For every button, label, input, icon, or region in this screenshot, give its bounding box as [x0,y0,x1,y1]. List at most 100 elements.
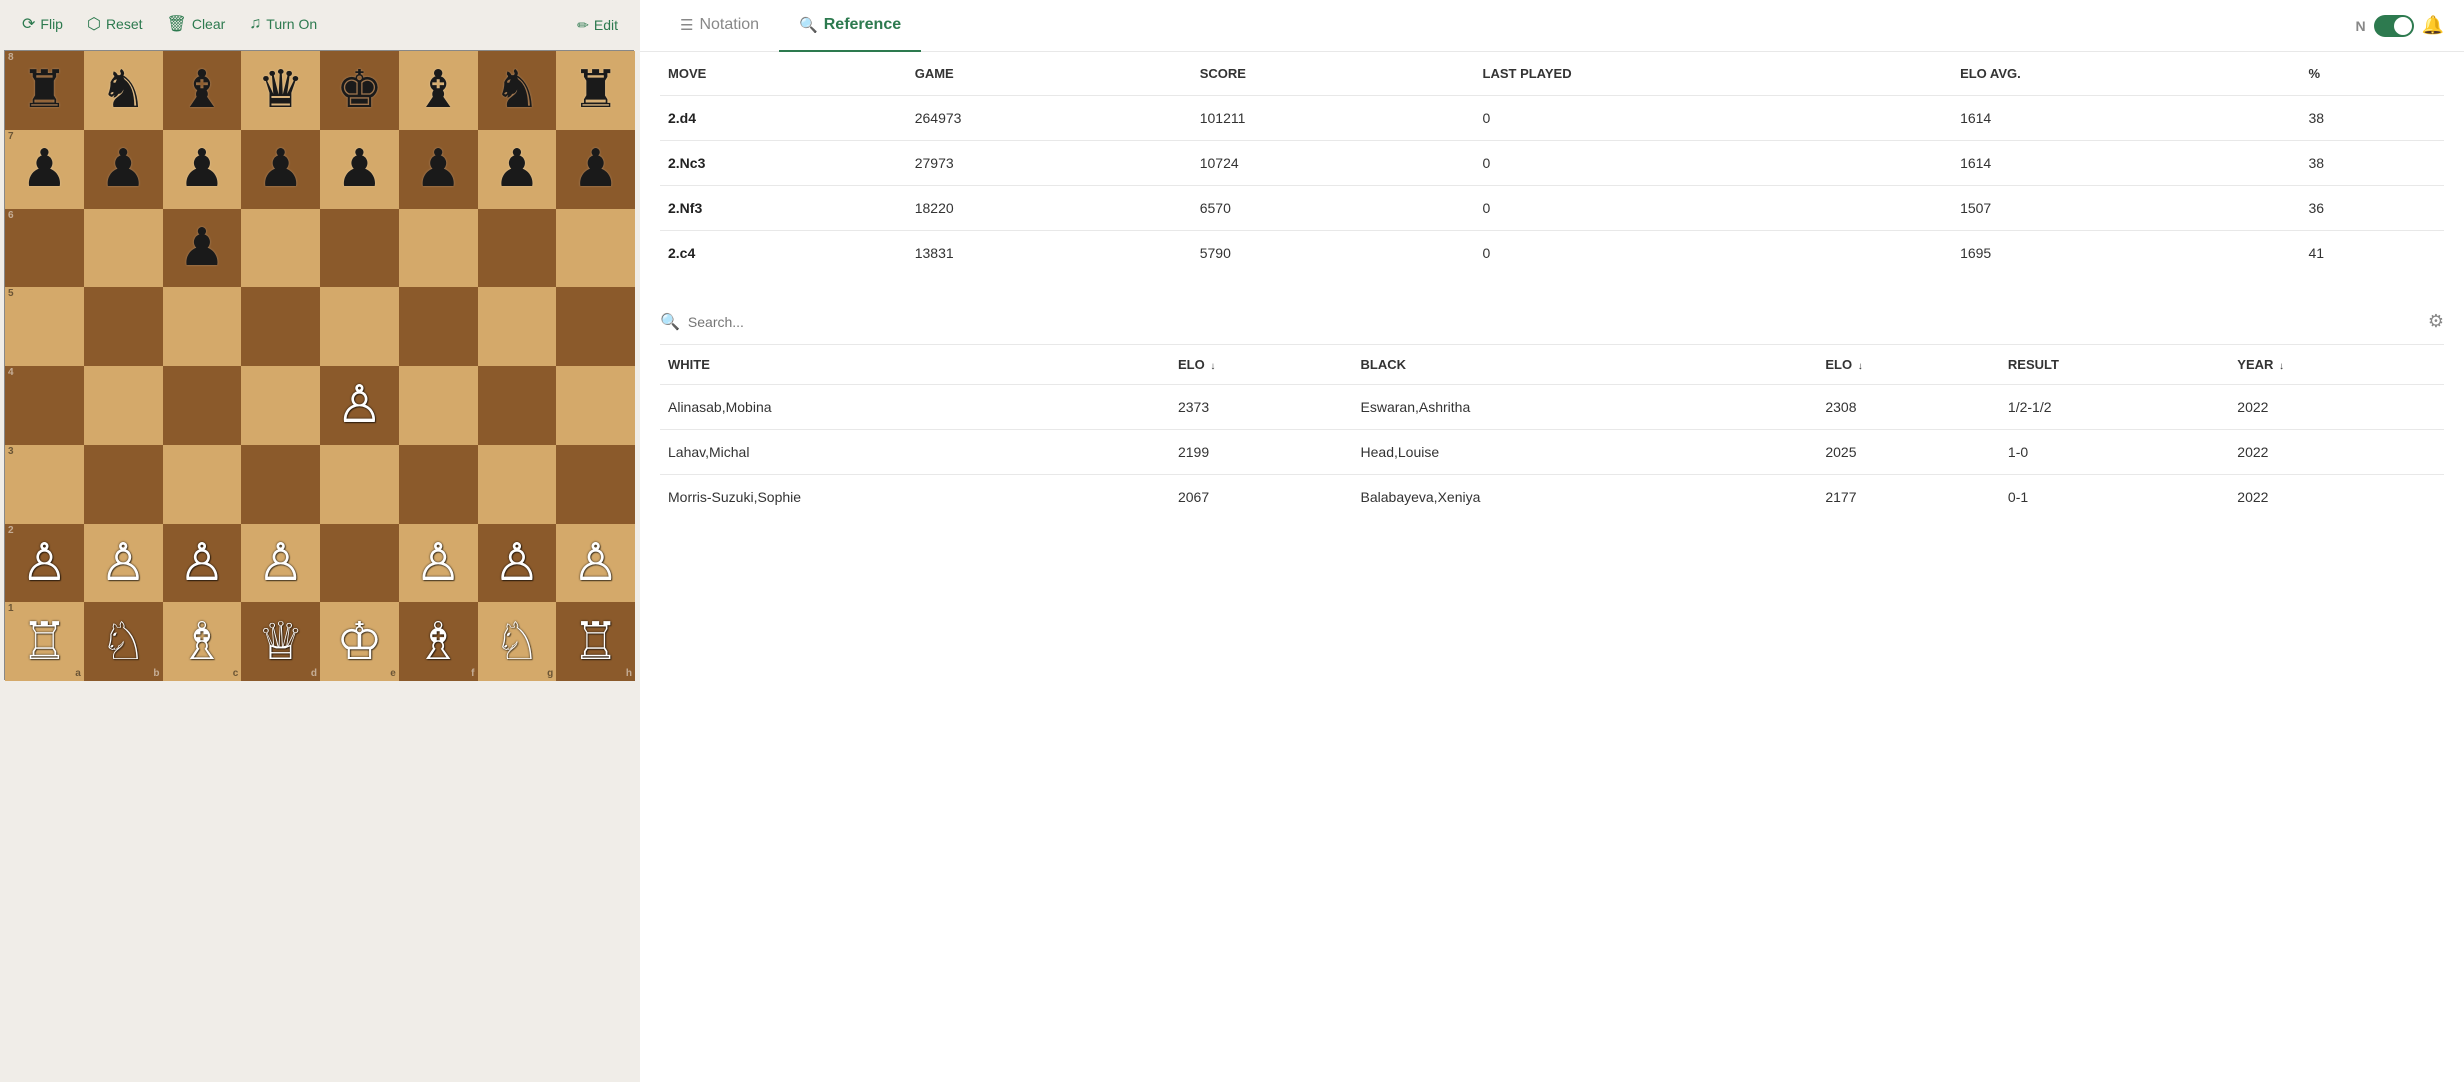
board-cell-d8[interactable]: ♛ [241,51,320,130]
board-cell-b6[interactable] [84,209,163,288]
board-cell-h5[interactable] [556,287,635,366]
board-cell-g3[interactable] [478,445,557,524]
board-cell-d7[interactable]: ♟ [241,130,320,209]
board-cell-c5[interactable] [163,287,242,366]
col-elo-black[interactable]: ELO ↓ [1817,345,2000,385]
board-cell-h1[interactable]: h♖ [556,602,635,681]
moves-row[interactable]: 2.Nf3 18220 6570 0 1507 36 [660,186,2444,231]
board-cell-g5[interactable] [478,287,557,366]
board-cell-e2[interactable] [320,524,399,603]
moves-row[interactable]: 2.c4 13831 5790 0 1695 41 [660,231,2444,276]
board-cell-f1[interactable]: f♗ [399,602,478,681]
board-cell-c8[interactable]: ♝ [163,51,242,130]
board-cell-c4[interactable] [163,366,242,445]
board-cell-h6[interactable] [556,209,635,288]
moves-row[interactable]: 2.d4 264973 101211 0 1614 38 [660,96,2444,141]
chess-piece: ♞ [494,64,541,116]
board-cell-e7[interactable]: ♟ [320,130,399,209]
board-cell-e4[interactable]: ♙ [320,366,399,445]
board-cell-e1[interactable]: e♔ [320,602,399,681]
turnon-button[interactable]: ♫ Turn On [239,9,327,41]
board-cell-g7[interactable]: ♟ [478,130,557,209]
board-cell-d2[interactable]: ♙ [241,524,320,603]
chess-board[interactable]: 8♜♞♝♛♚♝♞♜7♟♟♟♟♟♟♟♟6♟54♙32♙♙♙♙♙♙♙1a♖b♘c♗d… [4,50,634,680]
board-cell-f7[interactable]: ♟ [399,130,478,209]
board-cell-b8[interactable]: ♞ [84,51,163,130]
board-cell-a7[interactable]: 7♟ [5,130,84,209]
board-cell-h3[interactable] [556,445,635,524]
board-cell-c6[interactable]: ♟ [163,209,242,288]
board-cell-f2[interactable]: ♙ [399,524,478,603]
reference-tab-label: Reference [824,16,901,34]
board-cell-f3[interactable] [399,445,478,524]
toolbar: ⟳ Flip ⬡ Reset 🗑 Clear ♫ Turn On ✏ Edit [0,0,640,50]
bell-icon[interactable]: 🔔 [2422,15,2444,36]
board-cell-b3[interactable] [84,445,163,524]
move-percent: 36 [2300,186,2444,231]
board-cell-e5[interactable] [320,287,399,366]
col-elo-white[interactable]: ELO ↓ [1170,345,1353,385]
board-cell-c7[interactable]: ♟ [163,130,242,209]
toggle-switch[interactable] [2374,15,2414,37]
board-cell-g2[interactable]: ♙ [478,524,557,603]
board-cell-d1[interactable]: d♕ [241,602,320,681]
chess-piece: ♗ [179,616,226,668]
board-cell-h8[interactable]: ♜ [556,51,635,130]
move-game: 13831 [907,231,1192,276]
board-cell-c2[interactable]: ♙ [163,524,242,603]
board-cell-f8[interactable]: ♝ [399,51,478,130]
col-year[interactable]: YEAR ↓ [2229,345,2444,385]
reset-button[interactable]: ⬡ Reset [77,8,153,42]
board-cell-a8[interactable]: 8♜ [5,51,84,130]
board-cell-b7[interactable]: ♟ [84,130,163,209]
chess-piece: ♞ [100,64,147,116]
board-cell-b1[interactable]: b♘ [84,602,163,681]
board-cell-c3[interactable] [163,445,242,524]
chess-piece: ♘ [100,616,147,668]
col-black: BLACK [1353,345,1818,385]
game-elo-white: 2067 [1170,475,1353,520]
board-cell-f6[interactable] [399,209,478,288]
board-cell-e6[interactable] [320,209,399,288]
filter-icon[interactable]: ⚙ [2428,311,2444,332]
board-cell-g8[interactable]: ♞ [478,51,557,130]
board-cell-a4[interactable]: 4 [5,366,84,445]
board-cell-c1[interactable]: c♗ [163,602,242,681]
board-cell-a6[interactable]: 6 [5,209,84,288]
board-cell-h2[interactable]: ♙ [556,524,635,603]
board-cell-f5[interactable] [399,287,478,366]
search-input[interactable] [688,314,2428,330]
board-cell-g6[interactable] [478,209,557,288]
tab-reference[interactable]: 🔍 Reference [779,0,921,52]
board-cell-d5[interactable] [241,287,320,366]
board-cell-e8[interactable]: ♚ [320,51,399,130]
board-cell-h7[interactable]: ♟ [556,130,635,209]
chess-piece: ♘ [494,616,541,668]
board-cell-a3[interactable]: 3 [5,445,84,524]
game-row[interactable]: Lahav,Michal 2199 Head,Louise 2025 1-0 2… [660,430,2444,475]
board-cell-e3[interactable] [320,445,399,524]
board-cell-b2[interactable]: ♙ [84,524,163,603]
board-cell-d6[interactable] [241,209,320,288]
move-score: 6570 [1192,186,1475,231]
board-cell-b5[interactable] [84,287,163,366]
tab-notation[interactable]: ☰ Notation [660,0,779,52]
board-cell-d3[interactable] [241,445,320,524]
clear-button[interactable]: 🗑 Clear [157,8,236,42]
game-white: Morris-Suzuki,Sophie [660,475,1170,520]
board-cell-a2[interactable]: 2♙ [5,524,84,603]
board-cell-h4[interactable] [556,366,635,445]
board-cell-a5[interactable]: 5 [5,287,84,366]
chess-piece: ♟ [179,143,226,195]
moves-row[interactable]: 2.Nc3 27973 10724 0 1614 38 [660,141,2444,186]
board-cell-d4[interactable] [241,366,320,445]
board-cell-a1[interactable]: 1a♖ [5,602,84,681]
board-cell-b4[interactable] [84,366,163,445]
board-cell-g4[interactable] [478,366,557,445]
board-cell-f4[interactable] [399,366,478,445]
edit-button[interactable]: ✏ Edit [567,11,628,40]
flip-button[interactable]: ⟳ Flip [12,8,73,42]
board-cell-g1[interactable]: g♘ [478,602,557,681]
game-row[interactable]: Alinasab,Mobina 2373 Eswaran,Ashritha 23… [660,385,2444,430]
game-row[interactable]: Morris-Suzuki,Sophie 2067 Balabayeva,Xen… [660,475,2444,520]
